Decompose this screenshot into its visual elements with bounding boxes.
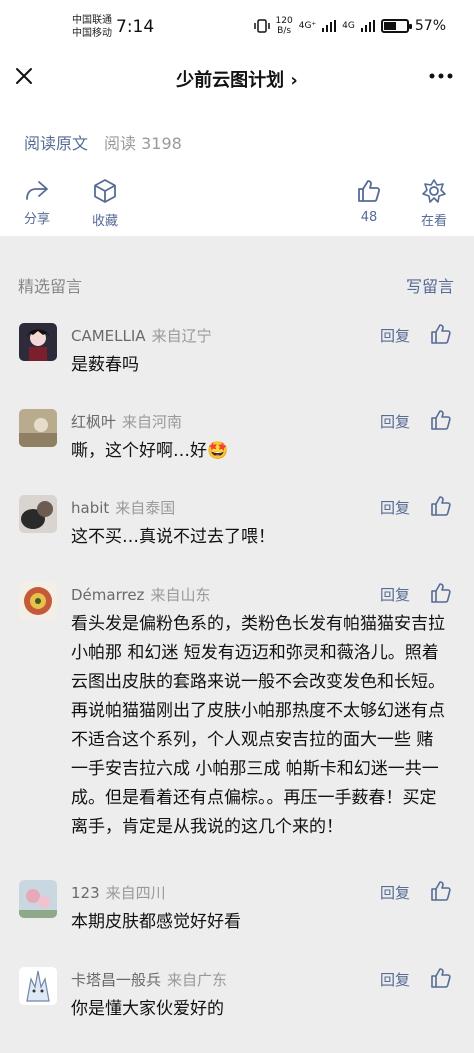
avatar[interactable] <box>19 409 57 447</box>
comment-text: 嘶，这个好啊…好🤩 <box>71 441 229 461</box>
net-speed: 120 B/s <box>275 16 293 36</box>
write-comment-link[interactable]: 写留言 <box>406 273 454 297</box>
status-bar: 中国联通 中国移动 7:14 120 B/s 4G⁺ 4G 57% <box>0 0 474 56</box>
reply-button[interactable]: 回复 <box>380 969 410 990</box>
share-button[interactable]: 分享 <box>24 178 50 227</box>
reply-button[interactable]: 回复 <box>380 882 410 903</box>
comment-author: habit 来自泰国 <box>71 499 176 517</box>
comment-location: 来自广东 <box>167 971 228 989</box>
nav-bar: 少前云图计划 › <box>0 56 474 106</box>
article-footer: 阅读原文 阅读 3198 分享 收藏 48 在看 <box>0 106 474 236</box>
comment-text: 看头发是偏粉色系的，类粉色长发有帕猫猫安吉拉 小帕那 和幻迷 短发有迈迈和弥灵和… <box>71 614 445 837</box>
carrier-2: 中国移动 <box>72 28 112 39</box>
avatar[interactable] <box>19 323 57 361</box>
read-count: 阅读 3198 <box>104 134 182 153</box>
thumbs-up-icon[interactable] <box>430 880 452 902</box>
battery-percent: 57% <box>414 18 446 34</box>
comment-author: 卡塔昌一般兵 来自广东 <box>71 971 228 989</box>
signal-label-2: 4G <box>342 21 355 31</box>
thumbs-up-icon[interactable] <box>430 495 452 517</box>
reply-button[interactable]: 回复 <box>380 584 410 605</box>
avatar[interactable] <box>19 582 57 620</box>
comment-text: 这不买…真说不过去了喂！ <box>71 527 275 547</box>
signal-icon <box>360 20 375 32</box>
comment-location: 来自辽宁 <box>151 327 212 345</box>
avatar[interactable] <box>19 495 57 533</box>
carrier-1: 中国联通 <box>72 15 112 26</box>
signal-label-1: 4G⁺ <box>298 21 317 31</box>
featured-comments-title: 精选留言 <box>18 277 83 296</box>
reply-button[interactable]: 回复 <box>380 411 410 432</box>
battery-icon <box>380 19 412 33</box>
thumbs-up-icon <box>358 180 381 202</box>
comment-author: CAMELLIA 来自辽宁 <box>71 327 212 345</box>
comment-text: 本期皮肤都感觉好好看 <box>71 912 241 932</box>
status-icons: 120 B/s 4G⁺ 4G 57% <box>253 16 446 36</box>
signal-icon <box>322 20 337 32</box>
avatar[interactable] <box>19 967 57 1005</box>
battery-fill <box>383 22 397 30</box>
favorite-button[interactable]: 收藏 <box>92 178 118 229</box>
watching-button[interactable]: 在看 <box>421 178 447 229</box>
share-label: 分享 <box>24 212 51 227</box>
thumbs-up-icon[interactable] <box>430 582 452 604</box>
read-original-link[interactable]: 阅读原文 <box>24 130 88 154</box>
comment-author: 123 来自四川 <box>71 884 166 902</box>
like-count: 48 <box>360 210 378 225</box>
flower-icon <box>422 179 446 203</box>
thumbs-up-icon[interactable] <box>430 323 452 345</box>
comment-location: 来自山东 <box>150 586 211 604</box>
thumbs-up-icon[interactable] <box>430 967 452 989</box>
clock: 7:14 <box>116 17 155 37</box>
watching-label: 在看 <box>421 214 448 229</box>
more-dots-icon[interactable] <box>428 66 454 86</box>
reply-button[interactable]: 回复 <box>380 325 410 346</box>
comment-location: 来自泰国 <box>115 499 176 517</box>
comment-text: 你是懂大家伙爱好的 <box>71 999 224 1019</box>
cube-icon <box>94 179 116 203</box>
carrier-names: 中国联通 中国移动 <box>72 14 112 40</box>
vibrate-icon <box>253 19 270 33</box>
like-button[interactable]: 48 <box>356 178 382 225</box>
favorite-label: 收藏 <box>92 214 119 229</box>
share-icon <box>26 181 48 200</box>
comment-text: 是薮春吗 <box>71 355 139 375</box>
comment-location: 来自河南 <box>122 413 183 431</box>
account-title[interactable]: 少前云图计划 › <box>0 66 474 92</box>
comment-location: 来自四川 <box>105 884 166 902</box>
avatar[interactable] <box>19 880 57 918</box>
reply-button[interactable]: 回复 <box>380 497 410 518</box>
comment-author: 红枫叶 来自河南 <box>71 413 183 431</box>
thumbs-up-icon[interactable] <box>430 409 452 431</box>
comment-author: Démarrez 来自山东 <box>71 586 211 604</box>
